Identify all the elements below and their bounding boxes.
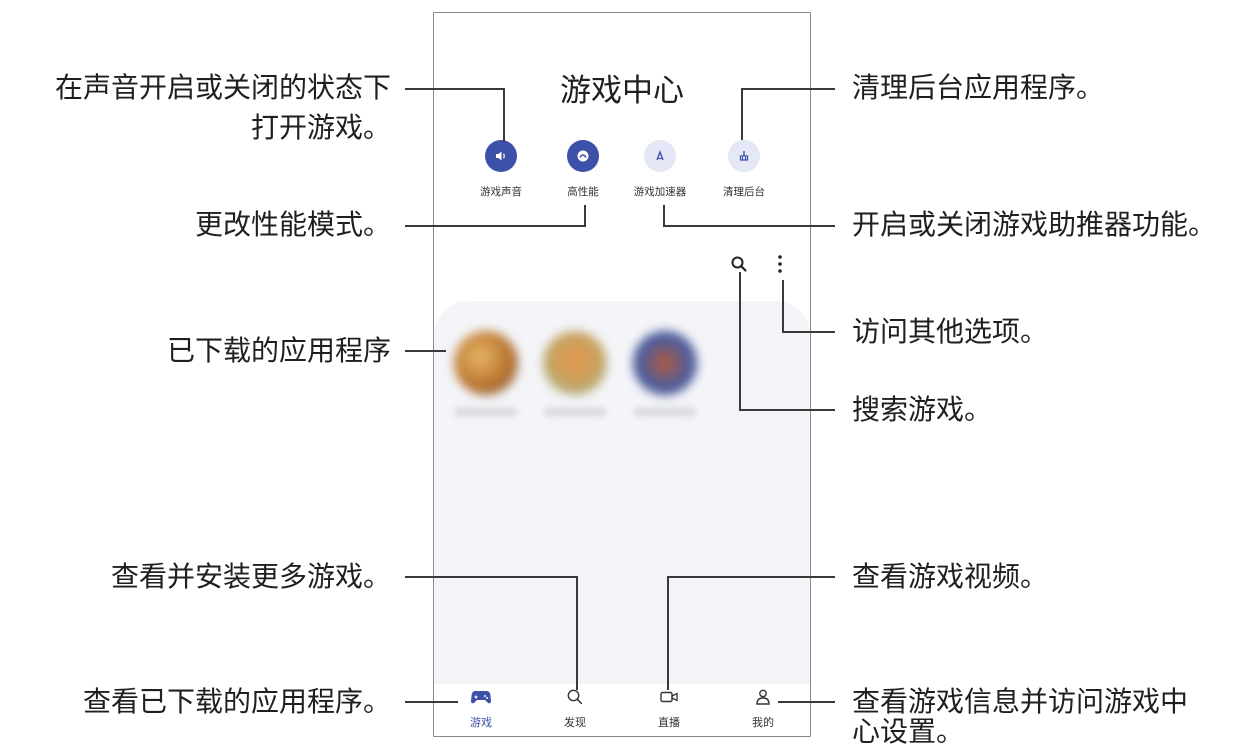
game-booster-label: 游戏加速器 [633,186,687,198]
callout-install-more: 查看并安装更多游戏。 [110,560,391,593]
game-name-placeholder [543,407,607,417]
game-name-placeholder [454,407,518,417]
search-button[interactable] [730,255,748,277]
clean-background-label: 清理后台 [723,186,765,198]
game-booster-button[interactable]: 游戏加速器 [630,140,690,199]
game-tile[interactable] [630,331,700,417]
game-app-icon [543,331,607,395]
speaker-icon [485,140,517,172]
callout-downloaded-apps: 已下载的应用程序 [166,334,391,367]
bottom-navigation: 游戏 发现 直播 我的 [434,684,810,736]
callout-clean-background: 清理后台应用程序。 [852,71,1105,104]
more-vertical-icon [778,255,782,273]
callout-more-options: 访问其他选项。 [852,315,1049,348]
broom-icon [728,140,760,172]
tab-me-label: 我的 [752,716,774,729]
tab-discover[interactable]: 发现 [528,688,622,730]
tab-games[interactable]: 游戏 [434,688,528,730]
tab-games-label: 游戏 [470,716,492,729]
game-booster-icon [644,140,676,172]
game-name-placeholder [633,407,697,417]
games-library [434,301,810,736]
game-tile[interactable] [451,331,521,417]
game-sound-button[interactable]: 游戏声音 [471,140,531,199]
page-title: 游戏中心 [560,73,684,109]
callout-game-booster: 开启或关闭游戏助推器功能。 [852,208,1217,241]
callout-game-videos: 查看游戏视频。 [852,560,1049,593]
game-tile[interactable] [540,331,610,417]
callout-view-downloaded: 查看已下载的应用程序。 [82,685,391,718]
tab-me[interactable]: 我的 [716,688,810,730]
search-icon [567,689,583,705]
callout-sound-line1: 在声音开启或关闭的状态下 [54,71,391,104]
callout-sound-line2: 打开游戏。 [250,111,391,144]
game-app-icon [454,331,518,395]
game-app-icon [633,331,697,395]
more-options-button[interactable] [774,253,786,279]
high-performance-label: 高性能 [567,186,599,198]
game-sound-label: 游戏声音 [480,186,522,198]
callout-search-games: 搜索游戏。 [852,393,993,426]
person-icon [756,689,770,705]
gamepad-icon [471,691,491,704]
callout-game-info-line2: 心设置。 [852,715,965,748]
high-performance-button[interactable]: 高性能 [553,140,613,199]
callout-performance: 更改性能模式。 [194,208,391,241]
video-camera-icon [660,691,678,703]
performance-icon [567,140,599,172]
tab-live-label: 直播 [658,716,680,729]
tab-live[interactable]: 直播 [622,688,716,730]
phone-screen: 游戏中心 游戏声音 高性能 游戏加速器 清理后台 游戏 发现 直播 我的 [433,12,811,737]
clean-background-button[interactable]: 清理后台 [714,140,774,199]
search-icon [731,256,747,272]
tab-discover-label: 发现 [564,716,586,729]
